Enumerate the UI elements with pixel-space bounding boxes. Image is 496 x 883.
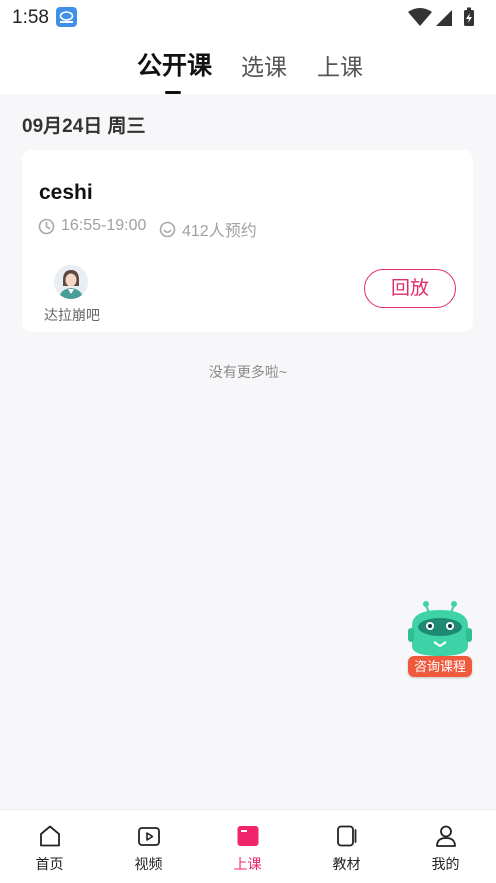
nav-textbook[interactable]: 教材 xyxy=(297,810,396,883)
tab-select-course[interactable]: 选课 xyxy=(241,48,287,82)
nav-class-label: 上课 xyxy=(233,856,262,872)
nav-textbook-label: 教材 xyxy=(332,856,361,872)
nav-profile-label: 我的 xyxy=(431,856,460,872)
nav-home-label: 首页 xyxy=(35,856,64,872)
course-bookings: 412人预约 xyxy=(159,217,257,241)
profile-icon xyxy=(436,825,456,847)
consult-course-widget[interactable]: 咨询课程 xyxy=(406,598,474,682)
active-tab-indicator xyxy=(165,91,181,94)
nav-profile[interactable]: 我的 xyxy=(396,810,495,883)
replay-button[interactable]: 回放 xyxy=(364,269,456,308)
date-header: 09月24日 周三 xyxy=(22,116,146,137)
app-notification-icon xyxy=(56,7,77,27)
status-bar: 1:58 xyxy=(0,0,496,34)
nav-class[interactable]: 上课 xyxy=(198,810,297,883)
clock-icon xyxy=(38,218,55,234)
course-card[interactable]: ceshi 16:55-19:00 412人预约 达拉崩吧 回放 xyxy=(22,150,473,332)
bottom-nav: 首页 视频 上课 教材 我的 xyxy=(0,809,496,883)
robot-mascot-icon xyxy=(408,601,472,656)
status-time: 1:58 xyxy=(12,7,49,28)
video-icon xyxy=(138,827,160,846)
book-icon xyxy=(337,825,357,847)
tab-attend-class[interactable]: 上课 xyxy=(317,48,363,82)
tab-open-class[interactable]: 公开课 xyxy=(137,46,212,82)
nav-home[interactable]: 首页 xyxy=(0,810,99,883)
system-status-icons xyxy=(408,7,474,26)
nav-video[interactable]: 视频 xyxy=(99,810,198,883)
top-tab-bar: 公开课 选课 上课 xyxy=(0,34,496,94)
course-time: 16:55-19:00 xyxy=(38,217,146,235)
smile-icon xyxy=(159,221,176,237)
no-more-text: 没有更多啦~ xyxy=(208,364,288,380)
course-title: ceshi xyxy=(39,181,93,204)
teacher-avatar-image xyxy=(54,265,88,299)
course-bookings-text: 412人预约 xyxy=(182,223,257,240)
nav-video-label: 视频 xyxy=(134,856,163,872)
consult-course-label[interactable]: 咨询课程 xyxy=(408,656,472,677)
course-time-text: 16:55-19:00 xyxy=(61,217,147,234)
home-icon xyxy=(40,825,60,847)
teacher-name: 达拉崩吧 xyxy=(44,307,100,323)
teacher-avatar[interactable] xyxy=(54,265,88,299)
class-icon xyxy=(237,826,259,846)
